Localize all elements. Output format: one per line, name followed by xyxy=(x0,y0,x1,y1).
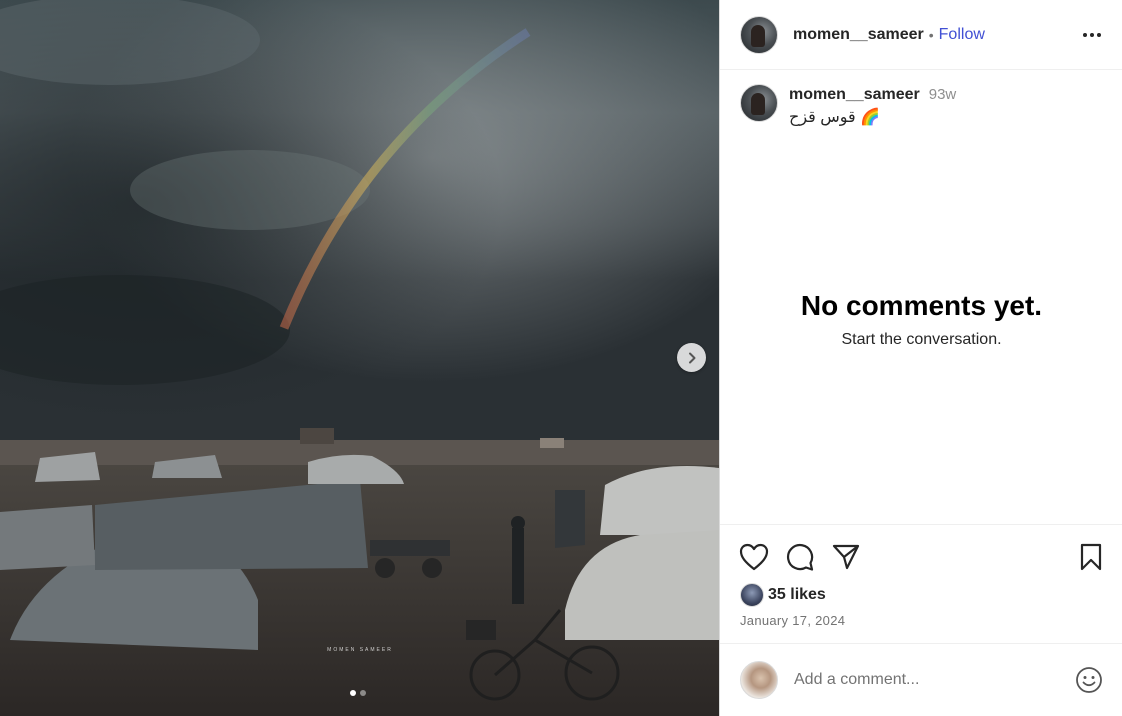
post-side-panel: momen__sameer • Follow momen__sameer 93w… xyxy=(719,0,1122,716)
post-actions: 35 likes January 17, 2024 xyxy=(720,524,1122,628)
heart-icon xyxy=(739,543,769,571)
post-media[interactable]: MOMEN SAMEER xyxy=(0,0,719,716)
paper-plane-icon xyxy=(832,544,860,570)
caption-text: قوس قزح 🌈 xyxy=(789,109,881,126)
likes-count[interactable]: 35 likes xyxy=(768,586,826,604)
photo-watermark: MOMEN SAMEER xyxy=(327,647,393,653)
comment-input[interactable] xyxy=(794,671,1075,689)
slide-dot-1 xyxy=(350,690,356,696)
current-user-avatar xyxy=(740,661,778,699)
smiley-icon xyxy=(1076,667,1102,693)
author-avatar[interactable] xyxy=(740,15,778,54)
caption-avatar[interactable] xyxy=(740,84,778,122)
save-button[interactable] xyxy=(1079,543,1103,571)
comment-button[interactable] xyxy=(785,543,815,571)
more-options-icon xyxy=(1083,32,1101,37)
post-age[interactable]: 93w xyxy=(929,86,957,103)
like-button[interactable] xyxy=(739,543,769,571)
empty-subtitle: Start the conversation. xyxy=(841,331,1002,348)
bookmark-icon xyxy=(1080,543,1102,571)
empty-title: No comments yet. xyxy=(800,290,1043,321)
chevron-right-icon xyxy=(688,352,695,363)
emoji-button[interactable] xyxy=(1075,666,1103,694)
author-username[interactable]: momen__sameer xyxy=(793,26,924,44)
slide-dot-2 xyxy=(360,690,366,696)
comments-empty-state: No comments yet. Start the conversation. xyxy=(720,290,1122,349)
post-date[interactable]: January 17, 2024 xyxy=(720,607,1122,628)
header-separator: • xyxy=(928,26,934,43)
post-photo xyxy=(0,0,719,716)
next-slide-button[interactable] xyxy=(677,343,706,372)
follow-button[interactable]: Follow xyxy=(939,26,985,44)
comment-composer xyxy=(720,643,1122,716)
more-options-button[interactable] xyxy=(1078,28,1106,42)
share-button[interactable] xyxy=(831,543,861,571)
comment-bubble-icon xyxy=(786,543,814,571)
caption-username[interactable]: momen__sameer xyxy=(789,86,920,104)
slide-indicator xyxy=(350,690,366,696)
post-caption: momen__sameer 93w قوس قزح 🌈 xyxy=(740,84,956,127)
liker-avatar[interactable] xyxy=(740,583,764,607)
post-header: momen__sameer • Follow xyxy=(720,0,1122,70)
